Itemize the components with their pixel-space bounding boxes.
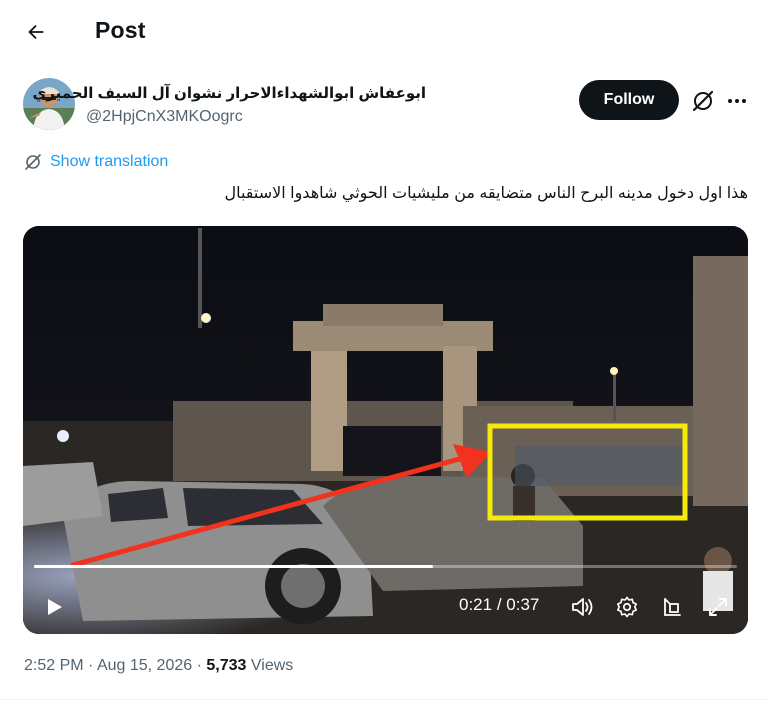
video-time: 0:21 / 0:37 bbox=[459, 595, 539, 615]
volume-icon bbox=[572, 598, 593, 616]
meta-separator: · bbox=[88, 657, 94, 674]
post-time[interactable]: 2:52 PM bbox=[24, 657, 84, 674]
post-text: هذا اول دخول مدينه البرح الناس متضايقه م… bbox=[224, 185, 748, 202]
video-progress-fill bbox=[34, 565, 434, 568]
fullscreen-button[interactable] bbox=[704, 593, 732, 621]
follow-button[interactable]: Follow bbox=[579, 80, 679, 120]
show-translation-link[interactable]: Show translation bbox=[24, 153, 168, 171]
show-translation-label: Show translation bbox=[50, 153, 169, 170]
author-display-name[interactable]: ابوعفاش ابوالشهداءالاحرار نشوان آل السيف… bbox=[33, 84, 426, 102]
play-button[interactable] bbox=[41, 594, 67, 620]
settings-icon bbox=[617, 596, 637, 618]
fullscreen-icon bbox=[709, 598, 727, 616]
video-time-separator: / bbox=[496, 595, 502, 614]
post-date[interactable]: Aug 15, 2026 bbox=[97, 657, 192, 674]
video-player[interactable]: 0:21 / 0:37 bbox=[23, 226, 748, 634]
play-icon bbox=[48, 599, 62, 615]
more-icon bbox=[728, 99, 732, 103]
divider bbox=[0, 699, 769, 700]
views-count: 5,733 bbox=[206, 657, 247, 674]
video-current-time: 0:21 bbox=[459, 595, 493, 614]
translate-icon bbox=[25, 154, 41, 170]
post-meta: 2:52 PM · Aug 15, 2026 · 5,733 Views bbox=[24, 657, 293, 675]
back-button[interactable] bbox=[20, 16, 52, 48]
pip-icon bbox=[664, 598, 681, 616]
meta-separator: · bbox=[196, 657, 202, 674]
page-title: Post bbox=[95, 17, 146, 43]
video-frame bbox=[23, 226, 748, 634]
back-arrow-icon bbox=[28, 24, 44, 40]
views-label: Views bbox=[250, 657, 294, 674]
grok-icon bbox=[692, 90, 714, 112]
picture-in-picture-button[interactable] bbox=[658, 593, 686, 621]
grok-button[interactable] bbox=[690, 88, 716, 114]
more-button[interactable] bbox=[724, 90, 750, 112]
author-handle[interactable]: @2HpjCnX3MKOogrc bbox=[86, 108, 243, 126]
header: Post bbox=[0, 0, 769, 64]
settings-button[interactable] bbox=[613, 593, 641, 621]
volume-button[interactable] bbox=[568, 593, 596, 621]
video-duration: 0:37 bbox=[506, 595, 540, 614]
video-progress-bar[interactable] bbox=[34, 565, 737, 568]
